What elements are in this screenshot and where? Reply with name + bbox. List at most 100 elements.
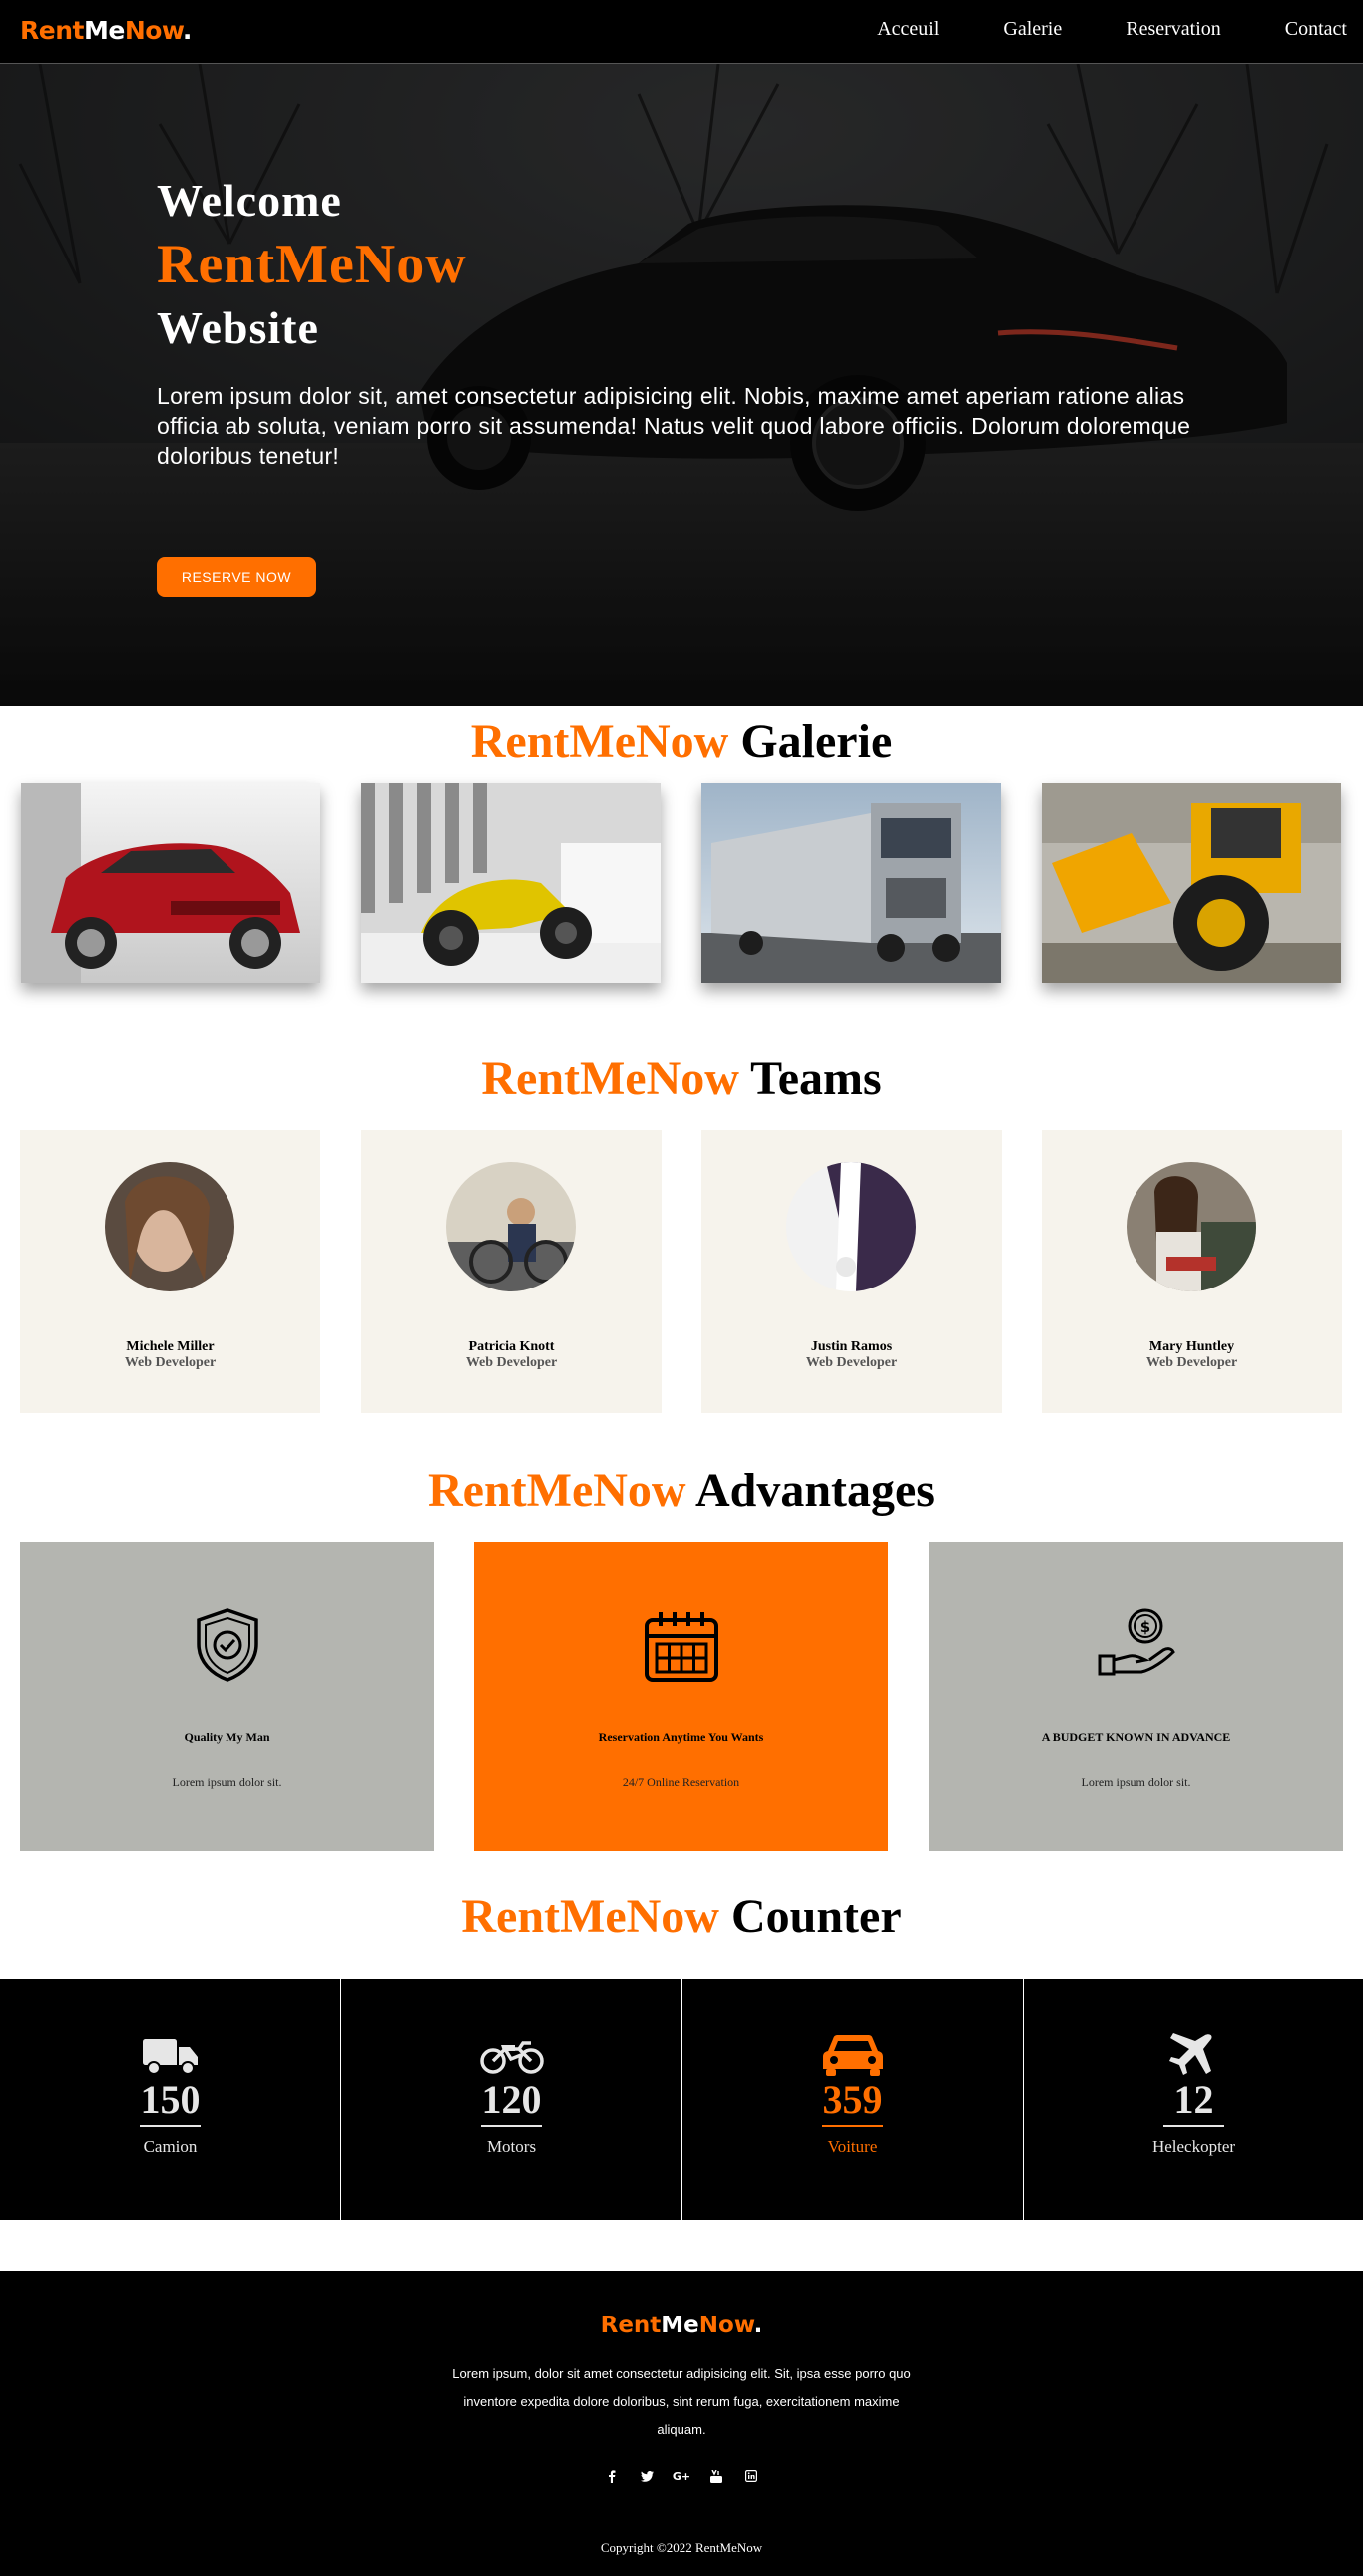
truck-icon: [143, 2039, 198, 2075]
logo-dot: .: [753, 2313, 763, 2338]
logo-part-rent: Rent: [600, 2313, 662, 2338]
counter-card: 359 Voiture: [682, 1979, 1023, 2220]
team-member-role: Web Developer: [465, 1355, 558, 1370]
hero-heading: Welcome RentMeNow Website: [157, 169, 467, 360]
logo-part-rent: Rent: [20, 16, 84, 45]
motorcycle-icon: [480, 2041, 544, 2074]
counter-value: 12: [1173, 2077, 1214, 2122]
logo-part-now: Now: [698, 2313, 754, 2338]
counter-value: 150: [140, 2077, 201, 2122]
gallery-image-silver-truck[interactable]: [701, 783, 1001, 983]
google-plus-icon[interactable]: G+: [665, 2466, 699, 2486]
hero-title-website: Website: [157, 302, 319, 353]
calendar-icon: [645, 1612, 718, 1682]
hero-title-brand: RentMeNow: [157, 234, 467, 295]
hero-paragraph-line: doloribus tenetur!: [157, 443, 340, 469]
brand-logo[interactable]: RentMeNow.: [20, 16, 192, 45]
advantage-description: Lorem ipsum dolor sit.: [1081, 1775, 1191, 1789]
reserve-now-button[interactable]: RESERVE NOW: [157, 557, 316, 597]
section-title-text: Teams: [750, 1052, 882, 1105]
counter-label: Camion: [143, 2137, 198, 2156]
footer-description: Lorem ipsum, dolor sit amet consectetur …: [422, 2360, 941, 2444]
nav-link-galerie[interactable]: Galerie: [1003, 18, 1062, 41]
team-member-role: Web Developer: [805, 1355, 898, 1370]
footer-logo[interactable]: RentMeNow.: [0, 2313, 1363, 2338]
hero-paragraph-line: Lorem ipsum dolor sit, amet consectetur …: [157, 383, 1185, 409]
avatar: [1127, 1162, 1256, 1291]
team-member-name: Mary Huntley: [1148, 1339, 1235, 1354]
section-title-brand: RentMeNow: [470, 715, 729, 768]
nav-link-contact[interactable]: Contact: [1285, 18, 1347, 41]
nav-link-acceuil[interactable]: Acceuil: [877, 18, 939, 41]
footer-text-line: inventore expedita dolore doloribus, sin…: [463, 2394, 900, 2409]
avatar: [446, 1162, 576, 1291]
social-links: G+: [0, 2466, 1363, 2486]
team-member-name: Patricia Knott: [468, 1339, 555, 1354]
team-card: Justin Ramos Web Developer: [701, 1130, 1002, 1413]
team-member-name: Michele Miller: [126, 1339, 215, 1354]
advantage-card: Quality My Man Lorem ipsum dolor sit.: [20, 1542, 434, 1851]
avatar: [786, 1162, 916, 1291]
avatar: [105, 1162, 234, 1291]
footer-text-line: aliquam.: [657, 2422, 706, 2437]
top-navbar: RentMeNow. Acceuil Galerie Reservation C…: [0, 0, 1363, 64]
gallery-image-wheel-loader[interactable]: [1042, 783, 1341, 983]
advantages-section-title: RentMeNow Advantages: [0, 1463, 1363, 1518]
advantage-card: $ A BUDGET KNOWN IN ADVANCE Lorem ipsum …: [929, 1542, 1343, 1851]
gallery-image-yellow-motorcycle[interactable]: [361, 783, 661, 983]
gallery-image-red-suv[interactable]: [21, 783, 320, 983]
logo-part-me: Me: [83, 16, 125, 45]
counter-section-title: RentMeNow Counter: [0, 1889, 1363, 1944]
youtube-icon[interactable]: [699, 2466, 734, 2486]
logo-part-me: Me: [661, 2313, 699, 2338]
counter-divider: [1163, 2125, 1224, 2127]
hero-title-welcome: Welcome: [157, 175, 342, 226]
counter-value: 120: [481, 2077, 542, 2122]
team-member-role: Web Developer: [1145, 1355, 1238, 1370]
section-title-brand: RentMeNow: [481, 1052, 739, 1105]
advantage-description: 24/7 Online Reservation: [622, 1775, 740, 1789]
advantage-description: Lorem ipsum dolor sit.: [172, 1775, 282, 1789]
hero-banner: Welcome RentMeNow Website Lorem ipsum do…: [0, 64, 1363, 706]
team-member-role: Web Developer: [124, 1355, 217, 1370]
section-title-brand: RentMeNow: [428, 1464, 686, 1517]
advantage-title: Reservation Anytime You Wants: [598, 1730, 764, 1744]
twitter-icon[interactable]: [630, 2466, 665, 2486]
teams-section-title: RentMeNow Teams: [0, 1051, 1363, 1106]
counter-label: Voiture: [827, 2137, 878, 2156]
facebook-icon[interactable]: [595, 2466, 630, 2486]
footer-text-line: Lorem ipsum, dolor sit amet consectetur …: [452, 2366, 911, 2381]
advantage-title: A BUDGET KNOWN IN ADVANCE: [1041, 1730, 1231, 1744]
logo-part-now: Now: [124, 16, 184, 45]
hero-paragraph: Lorem ipsum dolor sit, amet consectetur …: [157, 381, 1234, 471]
counter-divider: [481, 2125, 542, 2127]
counter-divider: [822, 2125, 883, 2127]
plane-icon: [1169, 2033, 1212, 2075]
shield-check-icon: [197, 1608, 258, 1682]
galerie-section-title: RentMeNow Galerie: [0, 714, 1363, 769]
counter-card: 150 Camion: [0, 1979, 340, 2220]
hero-paragraph-line: officia ab soluta, veniam porro sit assu…: [157, 413, 1191, 439]
counter-label: Heleckopter: [1151, 2137, 1236, 2156]
linkedin-icon[interactable]: [734, 2466, 769, 2486]
section-title-text: Counter: [730, 1890, 902, 1943]
counter-card: 120 Motors: [341, 1979, 682, 2220]
advantage-card: Reservation Anytime You Wants 24/7 Onlin…: [474, 1542, 888, 1851]
svg-text:$: $: [1140, 1618, 1150, 1636]
advantage-title: Quality My Man: [184, 1730, 270, 1744]
section-title-text: Galerie: [740, 715, 893, 768]
section-title-brand: RentMeNow: [461, 1890, 719, 1943]
counter-divider: [140, 2125, 201, 2127]
nav-link-reservation[interactable]: Reservation: [1126, 18, 1221, 41]
car-icon: [823, 2035, 883, 2076]
team-card: Mary Huntley Web Developer: [1042, 1130, 1342, 1413]
nav-links: Acceuil Galerie Reservation Contact: [877, 18, 1363, 41]
section-title-text: Advantages: [694, 1464, 935, 1517]
counter-label: Motors: [486, 2137, 537, 2156]
team-card: Michele Miller Web Developer: [20, 1130, 320, 1413]
counter-value: 359: [822, 2077, 883, 2122]
counter-card: 12 Heleckopter: [1024, 1979, 1363, 2220]
team-card: Patricia Knott Web Developer: [361, 1130, 662, 1413]
hand-coin-icon: $: [1098, 1608, 1175, 1676]
team-member-name: Justin Ramos: [810, 1339, 893, 1354]
